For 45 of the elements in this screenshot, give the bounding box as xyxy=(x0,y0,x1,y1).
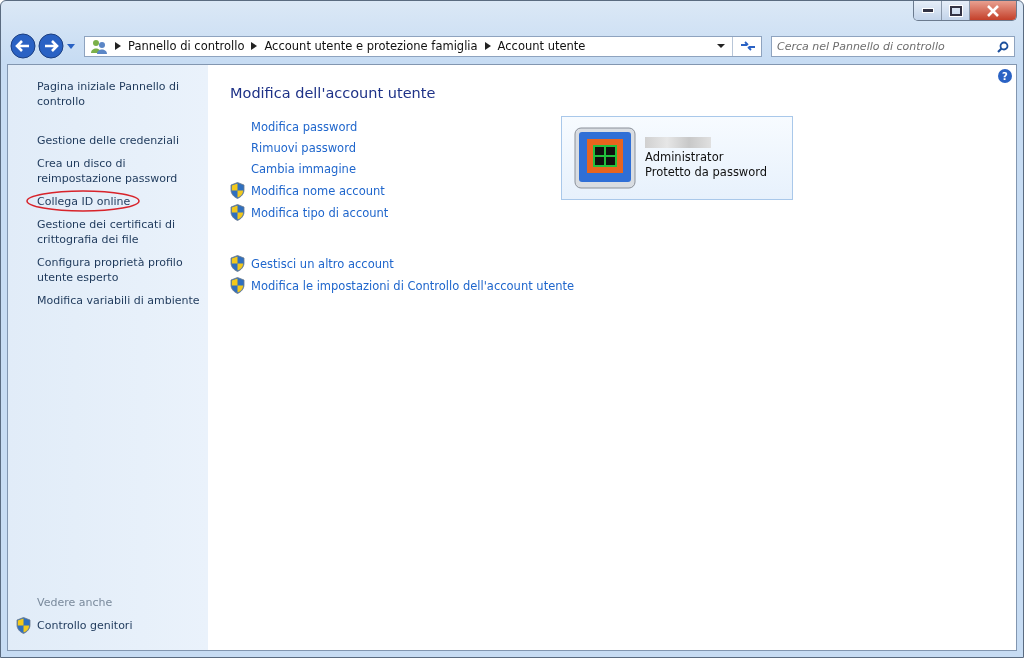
sidebar-link[interactable]: Gestione delle credenziali xyxy=(37,133,204,148)
task-link[interactable]: Modifica le impostazioni di Controllo dell'account utente xyxy=(251,277,575,294)
refresh-icon[interactable] xyxy=(740,40,756,52)
account-type: Administrator xyxy=(645,149,725,165)
maximize-button[interactable] xyxy=(942,1,970,20)
account-avatar xyxy=(574,127,636,189)
dropdown-icon[interactable] xyxy=(717,43,725,49)
close-button[interactable] xyxy=(970,1,1016,20)
chevron-icon xyxy=(115,42,121,50)
history-dropdown[interactable] xyxy=(66,42,76,50)
shield-icon xyxy=(230,277,245,294)
sidebar-link[interactable]: Configura proprietà profilo utente esperto xyxy=(37,255,204,285)
task-link[interactable]: Rimuovi password xyxy=(251,140,356,156)
breadcrumb[interactable]: Account utente e protezione famiglia xyxy=(264,39,478,53)
back-button[interactable] xyxy=(10,33,36,59)
section-heading: Vedere anche xyxy=(36,596,114,609)
shield-icon xyxy=(230,204,245,221)
sidebar-link[interactable]: Crea un disco di reimpostazione password xyxy=(37,156,204,186)
blurred-name xyxy=(645,136,711,148)
address-bar[interactable]: Pannello di controllo Account utente e protezione famiglia Account utente xyxy=(84,35,762,57)
search-icon[interactable] xyxy=(997,40,1009,53)
task-link[interactable]: Modifica password xyxy=(251,119,358,135)
minimize-button[interactable] xyxy=(914,1,942,20)
chevron-icon xyxy=(484,42,491,50)
breadcrumb[interactable]: Pannello di controllo xyxy=(128,39,245,53)
sidebar-link[interactable]: Controllo genitori xyxy=(37,619,133,632)
sidebar-link[interactable]: Modifica variabili di ambiente xyxy=(37,293,204,308)
task-link[interactable]: Cambia immagine xyxy=(251,161,356,177)
search-field[interactable]: Cerca nel Pannello di controllo xyxy=(771,35,1015,57)
sidebar-link[interactable]: Gestione dei certificati di crittografia dei file xyxy=(37,217,204,247)
sidebar-link[interactable]: Pagina iniziale Pannello di controllo xyxy=(37,79,204,109)
shield-icon xyxy=(230,182,245,199)
task-link[interactable]: Gestisci un altro account xyxy=(251,255,394,272)
page-title: Modifica dell'account utente xyxy=(230,85,437,101)
shield-icon xyxy=(230,255,245,272)
users-icon xyxy=(90,38,108,54)
shield-icon xyxy=(16,617,31,634)
breadcrumb[interactable]: Account utente xyxy=(497,39,586,53)
chevron-icon xyxy=(251,42,258,50)
task-link[interactable]: Modifica tipo di account xyxy=(251,204,389,221)
help-button[interactable]: ? xyxy=(998,69,1012,83)
account-status: Protetto da password xyxy=(645,164,768,180)
close-icon xyxy=(986,4,1000,17)
task-link[interactable]: Modifica nome account xyxy=(251,182,385,199)
forward-button[interactable] xyxy=(38,33,64,59)
